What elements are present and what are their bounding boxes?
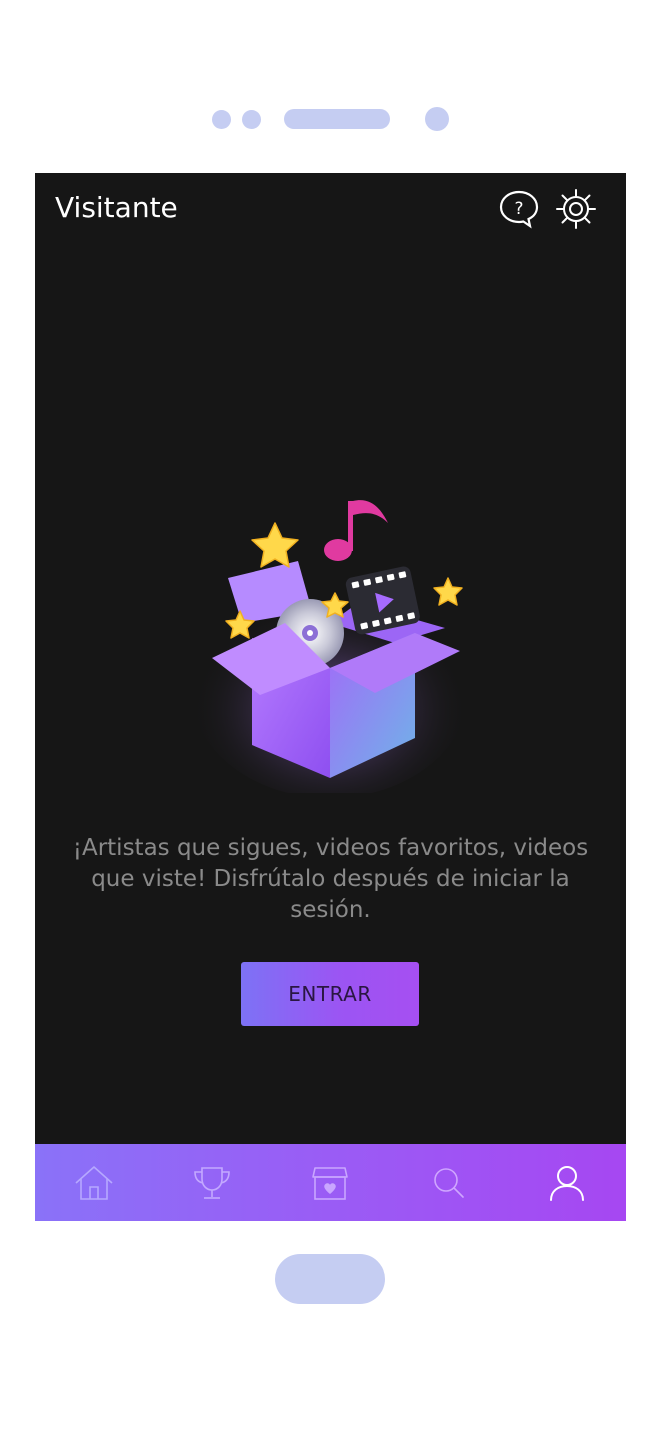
box-heart-icon bbox=[312, 1166, 349, 1200]
search-icon bbox=[433, 1167, 464, 1198]
user-icon bbox=[549, 1165, 584, 1201]
nav-profile[interactable] bbox=[537, 1153, 597, 1213]
help-bubble-icon[interactable]: ? bbox=[497, 187, 541, 231]
nav-trophy[interactable] bbox=[182, 1153, 242, 1213]
device-sensor-dot bbox=[242, 110, 261, 129]
nav-search[interactable] bbox=[419, 1153, 479, 1213]
device-frame: Visitante ? ¡Artistas que sigues, videos… bbox=[0, 0, 663, 1440]
device-speaker bbox=[284, 109, 390, 129]
svg-text:?: ? bbox=[514, 199, 523, 219]
nav-box[interactable] bbox=[300, 1153, 360, 1213]
device-camera bbox=[425, 107, 449, 131]
nav-home[interactable] bbox=[64, 1153, 124, 1213]
page-title: Visitante bbox=[55, 191, 178, 224]
device-sensor-dot bbox=[212, 110, 231, 129]
gear-icon[interactable] bbox=[554, 187, 598, 231]
device-home-button bbox=[275, 1254, 385, 1304]
app-screen: Visitante ? ¡Artistas que sigues, videos… bbox=[35, 173, 626, 1221]
home-icon bbox=[75, 1165, 113, 1200]
trophy-icon bbox=[194, 1166, 231, 1199]
bottom-nav bbox=[35, 1144, 626, 1221]
empty-state-illustration bbox=[180, 483, 480, 798]
enter-button[interactable]: ENTRAR bbox=[241, 962, 419, 1026]
empty-state-message: ¡Artistas que sigues, videos favoritos, … bbox=[72, 835, 589, 923]
